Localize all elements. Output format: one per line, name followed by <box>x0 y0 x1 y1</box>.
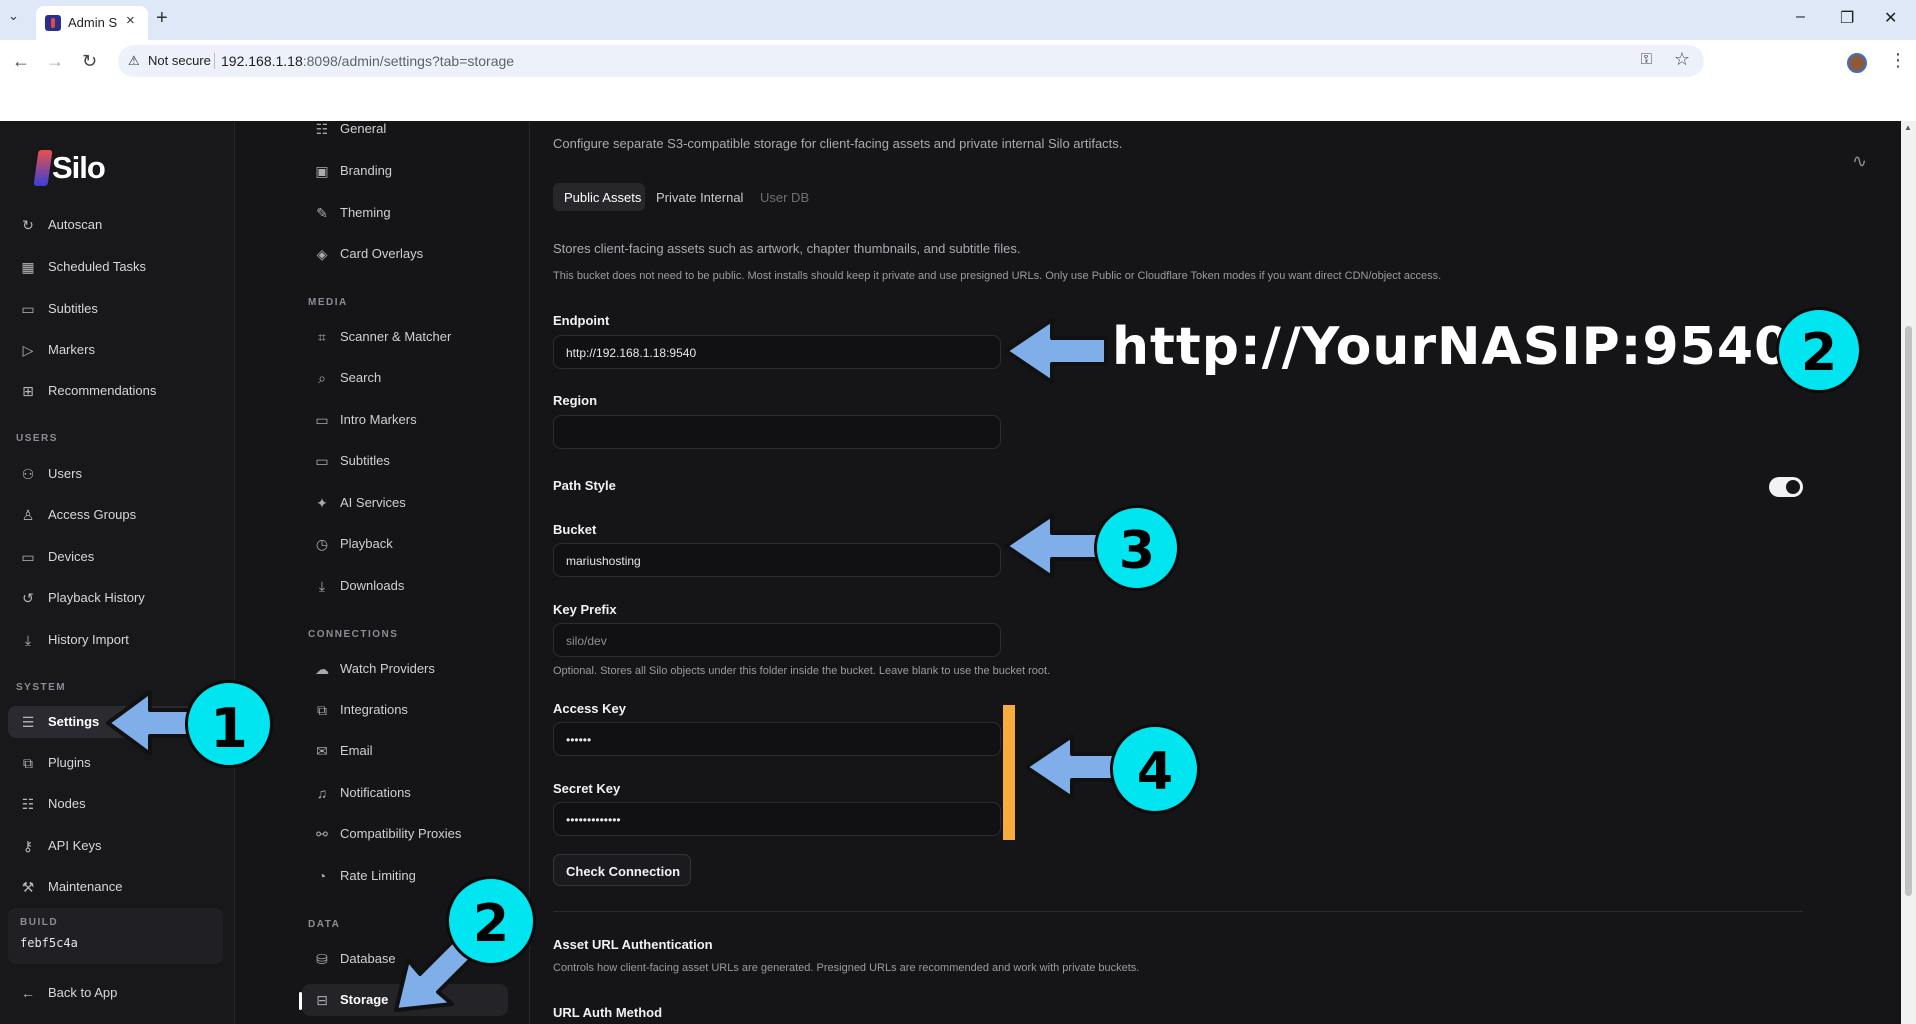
arrow-bucket <box>1004 513 1100 579</box>
arrow-endpoint <box>1004 318 1108 384</box>
arrow-icon <box>1004 318 1108 384</box>
annotation-overlay <box>106 318 1116 1012</box>
step-number: 1 <box>210 697 248 760</box>
step-4-badge: 4 <box>1110 724 1200 814</box>
arrow-settings <box>106 690 198 756</box>
step-number: 4 <box>1136 742 1174 802</box>
step-2-badge-endpoint: 2 <box>1776 307 1862 393</box>
arrow-icon <box>106 690 198 756</box>
arrow-keys <box>1024 734 1116 800</box>
arrow-icon <box>1024 734 1116 800</box>
step-number: 2 <box>1800 323 1838 383</box>
step-3-badge: 3 <box>1094 505 1180 591</box>
step-2-badge-storage: 2 <box>446 876 536 966</box>
arrow-icon <box>1004 513 1100 579</box>
keys-highlight-bar <box>1003 705 1015 840</box>
endpoint-hint-text: http://YourNASIP:9540 <box>1112 317 1792 377</box>
step-number: 2 <box>472 894 510 954</box>
step-1-badge: 1 <box>185 680 273 768</box>
step-number: 3 <box>1118 521 1156 581</box>
